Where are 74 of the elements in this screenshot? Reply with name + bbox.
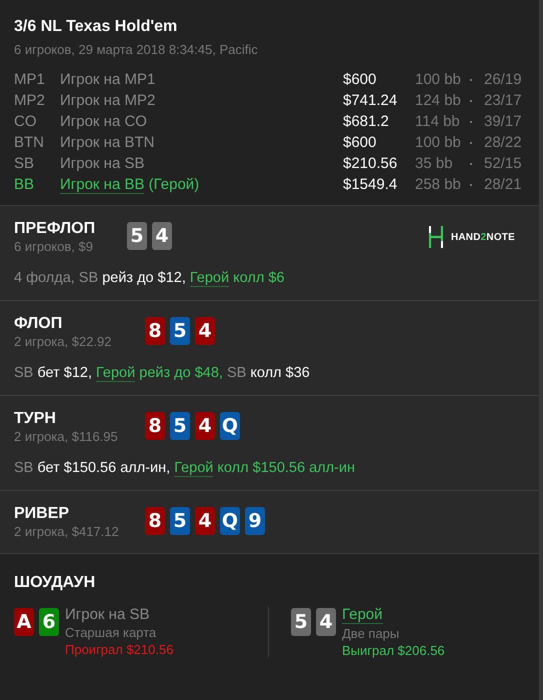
playing-card: 4 [195, 507, 215, 535]
seat-position: BB [14, 176, 36, 193]
action-line: SB бет $12, Герой рейз до $48, SB колл $36 [14, 365, 311, 381]
playing-card: Q [220, 412, 240, 440]
stack-amount: $210.56 [343, 155, 398, 172]
playing-card: 5 [170, 412, 190, 440]
player-stats: 23/17 [484, 92, 523, 109]
stack-bb: 258 bb [415, 176, 462, 193]
player-stats: 28/22 [484, 134, 523, 151]
player-name: Игрок на SB [60, 155, 146, 172]
street-title: РИВЕР [14, 505, 70, 523]
hand-rank: Старшая карта [65, 625, 158, 640]
stack-bb: 100 bb [415, 134, 462, 151]
stack-bb: 114 bb [415, 113, 461, 130]
stack-bb: 124 bb [415, 92, 462, 109]
seat-position: MP2 [14, 92, 46, 109]
stack-amount: $600 [343, 134, 378, 151]
playing-card: 9 [245, 507, 265, 535]
stack-amount: $600 [343, 71, 378, 88]
player-stats: 28/21 [484, 176, 523, 193]
seat-position: BTN [14, 134, 45, 151]
street-title: ШОУДАУН [14, 574, 96, 592]
playing-card: 8 [145, 317, 165, 345]
player-name: Игрок на CO [60, 113, 148, 130]
stack-amount: $741.24 [343, 92, 398, 109]
street-title: ПРЕФЛОП [14, 220, 96, 238]
playing-card: 4 [316, 608, 336, 636]
seat-position: CO [14, 113, 38, 130]
player-link[interactable]: Игрок на BB [60, 176, 144, 194]
playing-card: 4 [195, 412, 215, 440]
player-name: Игрок на BTN [60, 134, 156, 151]
logo-icon [428, 226, 443, 248]
result-amount: Проиграл $210.56 [65, 642, 174, 657]
seat-position: SB [14, 155, 36, 172]
playing-card: 5 [170, 507, 190, 535]
player-name: Игрок на MP1 [60, 71, 156, 88]
hero-link[interactable]: Герой [190, 270, 230, 287]
game-title: 3/6 NL Texas Hold'em [14, 18, 178, 36]
street-title: ТУРН [14, 410, 57, 428]
playing-card: A [14, 608, 34, 636]
stack-bb: 100 bb [415, 71, 462, 88]
hero-link[interactable]: Герой [174, 460, 214, 477]
playing-card: 8 [145, 412, 165, 440]
playing-card: 8 [145, 507, 165, 535]
street-info: 6 игроков, $9 [14, 239, 94, 254]
player-stats: 52/15 [484, 155, 523, 172]
stack-bb: 35 bb [415, 155, 454, 172]
logo: HAND2NOTE [450, 232, 515, 242]
hero-link[interactable]: Герой [342, 606, 383, 624]
street-info: 2 игрока, $417.12 [14, 524, 120, 539]
stack-amount: $1549.4 [343, 176, 398, 193]
hero-link[interactable]: Герой [96, 365, 136, 382]
playing-card: 6 [39, 608, 59, 636]
player-name: Игрок на MP2 [60, 92, 156, 109]
game-info: 6 игроков, 29 марта 2018 8:34:45, Pacific [14, 42, 259, 57]
playing-card: 5 [170, 317, 190, 345]
hand-rank: Две пары [342, 626, 400, 641]
action-line: SB бет $150.56 алл-ин, Герой колл $150.56 алл-ин [14, 460, 356, 476]
street-info: 2 игрока, $22.92 [14, 334, 112, 349]
player-name: Игрок на SB [65, 606, 150, 623]
playing-card: 4 [195, 317, 215, 345]
player-stats: 26/19 [484, 71, 523, 88]
street-info: 2 игрока, $116.95 [14, 429, 119, 444]
stack-amount: $681.2 [343, 113, 390, 130]
street-title: ФЛОП [14, 315, 64, 333]
playing-card: 5 [127, 222, 147, 250]
playing-card: Q [220, 507, 240, 535]
action-line: 4 фолда, SB рейз до $12, Герой колл $6 [14, 270, 286, 286]
result-amount: Выиграл $206.56 [342, 643, 445, 658]
player-stats: 39/17 [484, 113, 523, 130]
playing-card: 5 [291, 608, 311, 636]
seat-position: MP1 [14, 71, 46, 88]
hero-label: (Герой) [148, 176, 200, 193]
playing-card: 4 [152, 222, 172, 250]
